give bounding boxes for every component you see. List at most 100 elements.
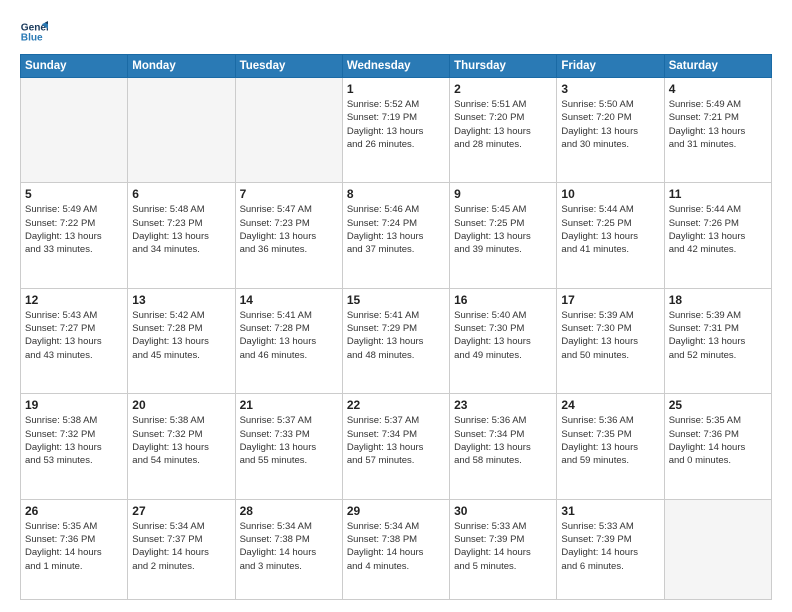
day-number: 27	[132, 504, 230, 518]
day-number: 1	[347, 82, 445, 96]
calendar-day-cell: 23 Sunrise: 5:36 AMSunset: 7:34 PMDayligh…	[450, 394, 557, 499]
calendar-day-cell: 7Sunrise: 5:47 AMSunset: 7:23 PMDaylight…	[235, 183, 342, 288]
calendar-day-cell: 11Sunrise: 5:44 AMSunset: 7:26 PMDayligh…	[664, 183, 771, 288]
day-info: Sunrise: 5:44 AMSunset: 7:25 PMDaylight:…	[561, 203, 659, 256]
day-info: Sunrise: 5:39 AMSunset: 7:31 PMDaylight:…	[669, 309, 767, 362]
calendar-day-cell	[235, 78, 342, 183]
calendar-day-cell: 13 Sunrise: 5:42 AMSunset: 7:28 PMDayligh…	[128, 288, 235, 393]
day-number: 15	[347, 293, 445, 307]
day-info: Sunrise: 5:40 AMSunset: 7:30 PMDaylight:…	[454, 309, 552, 362]
day-info: Sunrise: 5:35 AMSunset: 7:36 PMDaylight:…	[669, 414, 767, 467]
calendar-day-cell: 22 Sunrise: 5:37 AMSunset: 7:34 PMDayligh…	[342, 394, 449, 499]
weekday-header-cell: Tuesday	[235, 55, 342, 78]
header: General Blue	[20, 18, 772, 46]
day-info: Sunrise: 5:46 AMSunset: 7:24 PMDaylight:…	[347, 203, 445, 256]
day-info: Sunrise: 5:41 AMSunset: 7:29 PMDaylight:…	[347, 309, 445, 362]
weekday-header-row: SundayMondayTuesdayWednesdayThursdayFrid…	[21, 55, 772, 78]
day-info: Sunrise: 5:49 AMSunset: 7:21 PMDaylight:…	[669, 98, 767, 151]
day-number: 23	[454, 398, 552, 412]
day-info: Sunrise: 5:51 AMSunset: 7:20 PMDaylight:…	[454, 98, 552, 151]
day-number: 12	[25, 293, 123, 307]
day-number: 30	[454, 504, 552, 518]
svg-text:Blue: Blue	[21, 33, 43, 44]
day-info: Sunrise: 5:34 AMSunset: 7:37 PMDaylight:…	[132, 520, 230, 573]
weekday-header-cell: Saturday	[664, 55, 771, 78]
calendar-week-row: 19 Sunrise: 5:38 AMSunset: 7:32 PMDayligh…	[21, 394, 772, 499]
calendar-day-cell: 9Sunrise: 5:45 AMSunset: 7:25 PMDaylight…	[450, 183, 557, 288]
calendar-week-row: 26 Sunrise: 5:35 AMSunset: 7:36 PMDayligh…	[21, 499, 772, 599]
day-number: 9	[454, 187, 552, 201]
day-info: Sunrise: 5:33 AMSunset: 7:39 PMDaylight:…	[454, 520, 552, 573]
calendar-day-cell: 4 Sunrise: 5:49 AMSunset: 7:21 PMDaylight…	[664, 78, 771, 183]
calendar-day-cell: 14 Sunrise: 5:41 AMSunset: 7:28 PMDayligh…	[235, 288, 342, 393]
page: General Blue SundayMondayTuesdayWednesda…	[0, 0, 792, 612]
day-number: 25	[669, 398, 767, 412]
day-number: 18	[669, 293, 767, 307]
day-info: Sunrise: 5:36 AMSunset: 7:34 PMDaylight:…	[454, 414, 552, 467]
day-number: 14	[240, 293, 338, 307]
calendar-day-cell: 20 Sunrise: 5:38 AMSunset: 7:32 PMDayligh…	[128, 394, 235, 499]
day-info: Sunrise: 5:50 AMSunset: 7:20 PMDaylight:…	[561, 98, 659, 151]
day-number: 31	[561, 504, 659, 518]
calendar-week-row: 1 Sunrise: 5:52 AMSunset: 7:19 PMDaylight…	[21, 78, 772, 183]
day-info: Sunrise: 5:35 AMSunset: 7:36 PMDaylight:…	[25, 520, 123, 573]
calendar-day-cell: 12 Sunrise: 5:43 AMSunset: 7:27 PMDayligh…	[21, 288, 128, 393]
weekday-header-cell: Monday	[128, 55, 235, 78]
calendar-day-cell: 17 Sunrise: 5:39 AMSunset: 7:30 PMDayligh…	[557, 288, 664, 393]
calendar-day-cell: 5 Sunrise: 5:49 AMSunset: 7:22 PMDaylight…	[21, 183, 128, 288]
calendar-day-cell: 28 Sunrise: 5:34 AMSunset: 7:38 PMDayligh…	[235, 499, 342, 599]
day-info: Sunrise: 5:39 AMSunset: 7:30 PMDaylight:…	[561, 309, 659, 362]
calendar-day-cell: 19 Sunrise: 5:38 AMSunset: 7:32 PMDayligh…	[21, 394, 128, 499]
day-info: Sunrise: 5:38 AMSunset: 7:32 PMDaylight:…	[132, 414, 230, 467]
logo: General Blue	[20, 18, 48, 46]
calendar-day-cell	[21, 78, 128, 183]
weekday-header-cell: Sunday	[21, 55, 128, 78]
day-number: 8	[347, 187, 445, 201]
day-info: Sunrise: 5:34 AMSunset: 7:38 PMDaylight:…	[347, 520, 445, 573]
day-number: 17	[561, 293, 659, 307]
day-info: Sunrise: 5:36 AMSunset: 7:35 PMDaylight:…	[561, 414, 659, 467]
weekday-header-cell: Thursday	[450, 55, 557, 78]
weekday-header-cell: Friday	[557, 55, 664, 78]
day-number: 13	[132, 293, 230, 307]
calendar-day-cell: 29Sunrise: 5:34 AMSunset: 7:38 PMDayligh…	[342, 499, 449, 599]
day-info: Sunrise: 5:33 AMSunset: 7:39 PMDaylight:…	[561, 520, 659, 573]
logo-icon: General Blue	[20, 18, 48, 46]
day-number: 22	[347, 398, 445, 412]
calendar-day-cell: 24Sunrise: 5:36 AMSunset: 7:35 PMDayligh…	[557, 394, 664, 499]
calendar-week-row: 5 Sunrise: 5:49 AMSunset: 7:22 PMDaylight…	[21, 183, 772, 288]
day-info: Sunrise: 5:38 AMSunset: 7:32 PMDaylight:…	[25, 414, 123, 467]
day-number: 3	[561, 82, 659, 96]
calendar-day-cell: 3 Sunrise: 5:50 AMSunset: 7:20 PMDaylight…	[557, 78, 664, 183]
day-info: Sunrise: 5:37 AMSunset: 7:34 PMDaylight:…	[347, 414, 445, 467]
day-info: Sunrise: 5:44 AMSunset: 7:26 PMDaylight:…	[669, 203, 767, 256]
day-number: 20	[132, 398, 230, 412]
calendar-table: SundayMondayTuesdayWednesdayThursdayFrid…	[20, 54, 772, 600]
calendar-day-cell	[664, 499, 771, 599]
calendar-day-cell: 15 Sunrise: 5:41 AMSunset: 7:29 PMDayligh…	[342, 288, 449, 393]
day-number: 21	[240, 398, 338, 412]
calendar-day-cell: 18 Sunrise: 5:39 AMSunset: 7:31 PMDayligh…	[664, 288, 771, 393]
calendar-day-cell: 6Sunrise: 5:48 AMSunset: 7:23 PMDaylight…	[128, 183, 235, 288]
calendar-day-cell: 21Sunrise: 5:37 AMSunset: 7:33 PMDayligh…	[235, 394, 342, 499]
day-info: Sunrise: 5:48 AMSunset: 7:23 PMDaylight:…	[132, 203, 230, 256]
day-info: Sunrise: 5:41 AMSunset: 7:28 PMDaylight:…	[240, 309, 338, 362]
day-number: 26	[25, 504, 123, 518]
day-info: Sunrise: 5:43 AMSunset: 7:27 PMDaylight:…	[25, 309, 123, 362]
day-info: Sunrise: 5:34 AMSunset: 7:38 PMDaylight:…	[240, 520, 338, 573]
day-number: 19	[25, 398, 123, 412]
day-number: 2	[454, 82, 552, 96]
weekday-header-cell: Wednesday	[342, 55, 449, 78]
day-info: Sunrise: 5:52 AMSunset: 7:19 PMDaylight:…	[347, 98, 445, 151]
calendar-day-cell: 1 Sunrise: 5:52 AMSunset: 7:19 PMDaylight…	[342, 78, 449, 183]
day-number: 28	[240, 504, 338, 518]
day-number: 5	[25, 187, 123, 201]
calendar-day-cell: 31 Sunrise: 5:33 AMSunset: 7:39 PMDayligh…	[557, 499, 664, 599]
day-info: Sunrise: 5:42 AMSunset: 7:28 PMDaylight:…	[132, 309, 230, 362]
calendar-body: 1 Sunrise: 5:52 AMSunset: 7:19 PMDaylight…	[21, 78, 772, 600]
day-info: Sunrise: 5:49 AMSunset: 7:22 PMDaylight:…	[25, 203, 123, 256]
calendar-day-cell	[128, 78, 235, 183]
calendar-day-cell: 10Sunrise: 5:44 AMSunset: 7:25 PMDayligh…	[557, 183, 664, 288]
calendar-day-cell: 8 Sunrise: 5:46 AMSunset: 7:24 PMDaylight…	[342, 183, 449, 288]
day-number: 4	[669, 82, 767, 96]
